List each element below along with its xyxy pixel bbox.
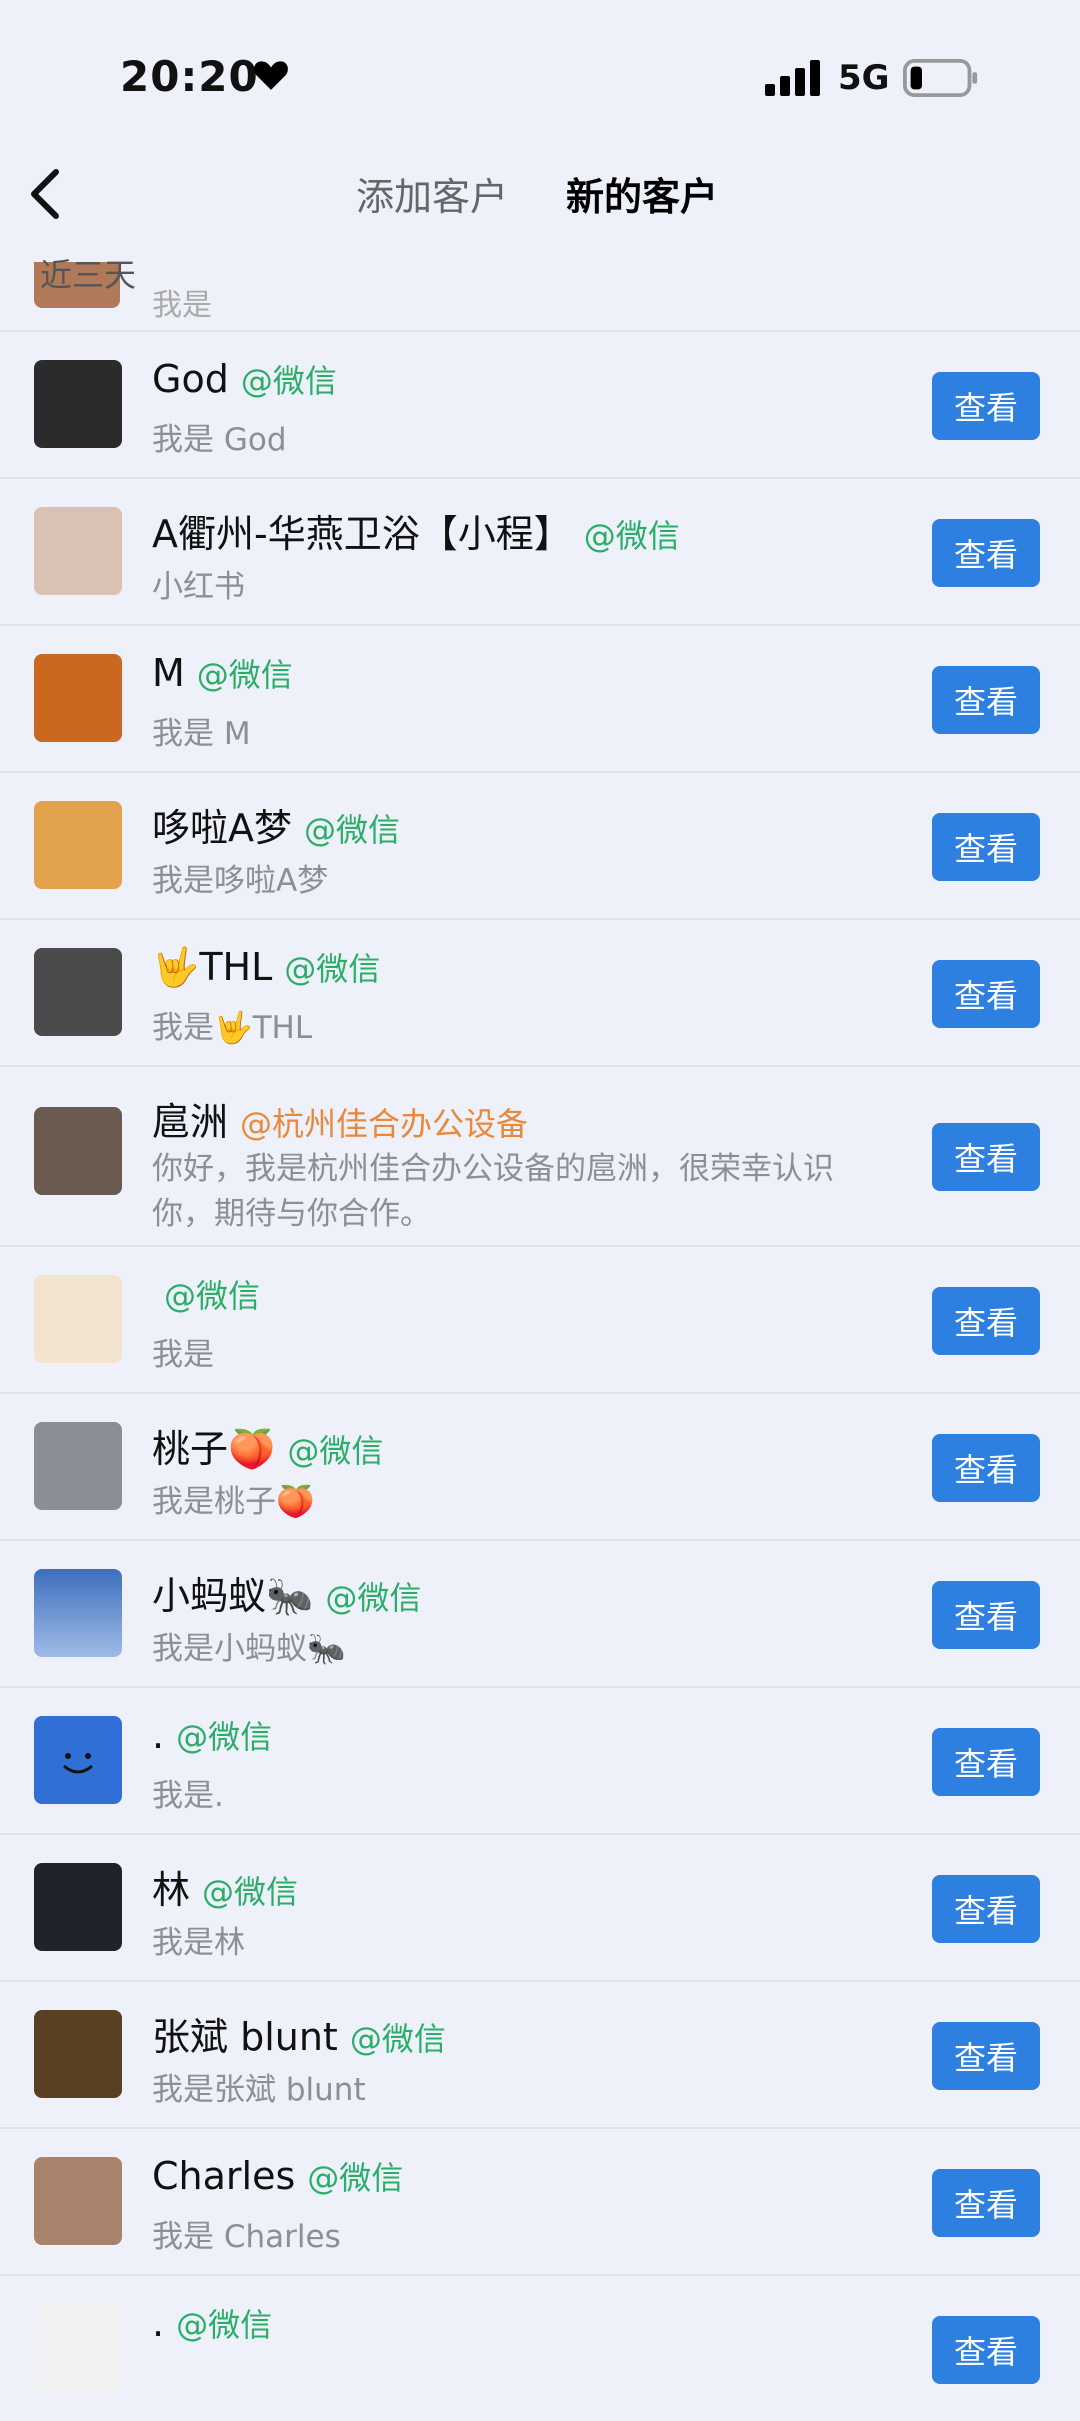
avatar (34, 1107, 122, 1195)
avatar (34, 2304, 122, 2392)
avatar (34, 1716, 122, 1804)
source-tag: @杭州佳合办公设备 (240, 1105, 529, 1143)
list-item[interactable]: 🤟THL @微信 我是🤟THL 查看 (0, 920, 1080, 1067)
list-item[interactable]: 我是 (0, 262, 1080, 332)
smiley-icon (63, 1753, 93, 1774)
view-button[interactable]: 查看 (932, 666, 1040, 734)
customer-name: A衢州-华燕卫浴【小程】 (152, 512, 572, 556)
avatar (34, 948, 122, 1036)
network-type: 5G (838, 58, 890, 98)
source-tag: @微信 (287, 1432, 384, 1470)
customer-name: M (152, 651, 185, 695)
back-icon[interactable] (26, 168, 66, 220)
list-item[interactable]: 小蚂蚁🐜 @微信 我是小蚂蚁🐜 查看 (0, 1541, 1080, 1688)
source-tag: @微信 (304, 811, 401, 849)
customer-message: 我是 (152, 1337, 214, 1373)
customer-message: 我是哆啦A梦 (152, 863, 329, 899)
avatar (34, 2157, 122, 2245)
avatar (34, 801, 122, 889)
avatar (34, 360, 122, 448)
tab-add-customer[interactable]: 添加客户 (356, 166, 508, 221)
customer-name: 🤟THL (152, 945, 273, 989)
view-button[interactable]: 查看 (932, 960, 1040, 1028)
view-button[interactable]: 查看 (932, 1434, 1040, 1502)
view-button[interactable]: 查看 (932, 1875, 1040, 1943)
customer-name: 林 (152, 1868, 191, 1912)
list-item[interactable]: @微信 我是 查看 (0, 1247, 1080, 1394)
list-item[interactable]: M @微信 我是 M 查看 (0, 626, 1080, 773)
view-button[interactable]: 查看 (932, 1123, 1040, 1191)
battery-icon (903, 59, 978, 97)
avatar (34, 1863, 122, 1951)
source-tag: @微信 (583, 517, 680, 555)
customer-message: 我是林 (152, 1925, 245, 1961)
heart-icon (254, 61, 288, 90)
customer-name: 扈洲 (152, 1100, 229, 1144)
list-item[interactable]: 扈洲 @杭州佳合办公设备 你好，我是杭州佳合办公设备的扈洲，很荣幸认识你，期待与你… (0, 1067, 1080, 1247)
source-tag: @微信 (202, 1873, 299, 1911)
customer-name: . (152, 1713, 165, 1757)
list-item[interactable]: 桃子🍑 @微信 我是桃子🍑 查看 (0, 1394, 1080, 1541)
customer-name: God (152, 357, 229, 401)
source-tag: @微信 (176, 1718, 273, 1756)
source-tag: @微信 (325, 1579, 422, 1617)
customer-name: 张斌 blunt (152, 2015, 338, 2059)
list-item[interactable]: A衢州-华燕卫浴【小程】 @微信 小红书 查看 (0, 479, 1080, 626)
status-bar: 20:20 5G (0, 0, 1080, 150)
view-button[interactable]: 查看 (932, 519, 1040, 587)
avatar (34, 654, 122, 742)
list-item[interactable]: . @微信 查看 (0, 2276, 1080, 2421)
customer-message: 我是小蚂蚁🐜 (152, 1631, 346, 1667)
avatar (34, 1275, 122, 1363)
source-tag: @微信 (349, 2020, 446, 2058)
customer-name: . (152, 2301, 165, 2345)
customer-message: 你好，我是杭州佳合办公设备的扈洲，很荣幸认识你，期待与你合作。 (152, 1151, 834, 1232)
clock: 20:20 (120, 52, 259, 101)
customer-list: God @微信 我是 God 查看 A衢州-华燕卫浴【小程】 @微信 小红书 查看 … (0, 332, 1080, 2421)
list-item[interactable]: 哆啦A梦 @微信 我是哆啦A梦 查看 (0, 773, 1080, 920)
section-label: 近三天 (40, 256, 137, 294)
avatar (34, 507, 122, 595)
avatar (34, 1422, 122, 1510)
customer-message: 我是🤟THL (152, 1010, 313, 1046)
customer-message: 我是张斌 blunt (152, 2072, 366, 2108)
customer-message: 我是桃子🍑 (152, 1484, 315, 1520)
customer-message: 小红书 (152, 569, 245, 605)
customer-message: 我是 M (152, 716, 251, 752)
view-button[interactable]: 查看 (932, 2316, 1040, 2384)
customer-name: 哆啦A梦 (152, 806, 292, 850)
source-tag: @微信 (307, 2159, 404, 2197)
view-button[interactable]: 查看 (932, 1728, 1040, 1796)
avatar (34, 2010, 122, 2098)
customer-message: 我是. (152, 1778, 224, 1814)
customer-message: 我是 Charles (152, 2219, 341, 2255)
view-button[interactable]: 查看 (932, 1581, 1040, 1649)
view-button[interactable]: 查看 (932, 2022, 1040, 2090)
source-tag: @微信 (164, 1277, 261, 1315)
view-button[interactable]: 查看 (932, 1287, 1040, 1355)
tab-new-customer[interactable]: 新的客户 (566, 166, 718, 221)
customer-name: 小蚂蚁🐜 (152, 1574, 314, 1618)
customer-name: 桃子🍑 (152, 1427, 276, 1471)
customer-name: Charles (152, 2154, 296, 2198)
list-item[interactable]: Charles @微信 我是 Charles 查看 (0, 2129, 1080, 2276)
list-item[interactable]: . @微信 我是. 查看 (0, 1688, 1080, 1835)
source-tag: @微信 (196, 656, 293, 694)
list-item[interactable]: 张斌 blunt @微信 我是张斌 blunt 查看 (0, 1982, 1080, 2129)
signal-icon (765, 60, 820, 96)
source-tag: @微信 (176, 2306, 273, 2344)
customer-message: 我是 God (152, 422, 287, 458)
list-item-subtitle: 我是 (152, 288, 212, 323)
view-button[interactable]: 查看 (932, 372, 1040, 440)
list-item[interactable]: God @微信 我是 God 查看 (0, 332, 1080, 479)
list-item[interactable]: 林 @微信 我是林 查看 (0, 1835, 1080, 1982)
source-tag: @微信 (284, 950, 381, 988)
view-button[interactable]: 查看 (932, 813, 1040, 881)
avatar (34, 1569, 122, 1657)
source-tag: @微信 (240, 362, 337, 400)
view-button[interactable]: 查看 (932, 2169, 1040, 2237)
